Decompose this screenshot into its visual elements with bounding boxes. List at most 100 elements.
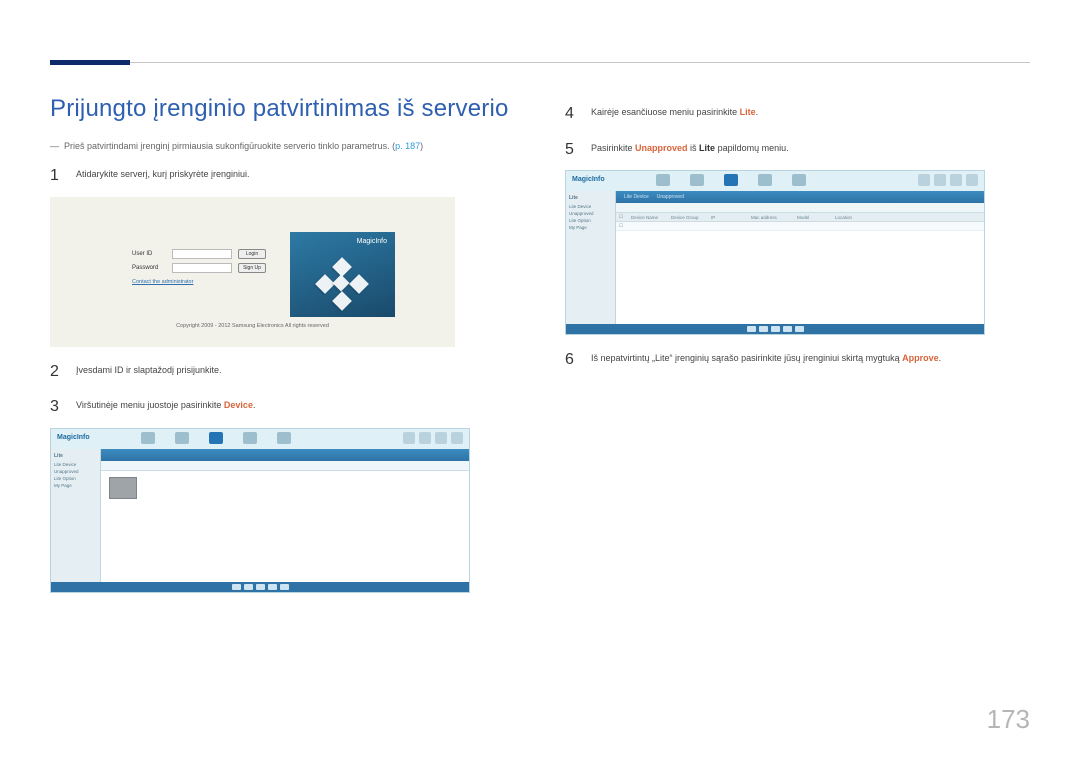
screenshot-login: User ID Login Password Sign Up Contact t… xyxy=(50,197,455,347)
sidebar-item-lite-device[interactable]: Lite Device xyxy=(569,204,612,209)
pager-prev-icon[interactable] xyxy=(244,584,253,590)
pager-page[interactable] xyxy=(771,326,780,332)
tool-icon[interactable] xyxy=(435,432,447,444)
note-dash-icon: ― xyxy=(50,141,64,151)
header-divider xyxy=(50,62,1030,63)
step-4-suffix: . xyxy=(756,107,759,117)
precondition-note: ― Prieš patvirtindami įrenginį pirmiausi… xyxy=(50,141,515,151)
pager-last-icon[interactable] xyxy=(280,584,289,590)
step-2-text: Įvesdami ID ir slaptažodį prisijunkite. xyxy=(76,359,222,385)
sidebar-item-lite-option[interactable]: Lite Option xyxy=(569,218,612,223)
device-thumbnail-item[interactable] xyxy=(109,477,137,499)
nav-schedule-icon[interactable] xyxy=(690,174,704,188)
app-body-unapproved: ☐ Device Name Device Group IP Mac addres… xyxy=(616,213,984,324)
signup-button-label: Sign Up xyxy=(243,265,261,271)
contact-admin-link[interactable]: Contact the administrator xyxy=(132,279,266,285)
nav-schedule-icon[interactable] xyxy=(175,432,189,446)
app-sidebar: Lite Lite Device Unapproved Lite Option … xyxy=(566,191,616,333)
nav-setting-icon[interactable] xyxy=(792,174,806,188)
pager-next-icon[interactable] xyxy=(783,326,792,332)
col-group: Device Group xyxy=(668,215,708,220)
input-password[interactable] xyxy=(172,263,232,273)
label-password: Password xyxy=(132,265,166,271)
left-column: Prijungto įrenginio patvirtinimas iš ser… xyxy=(50,95,515,605)
col-name: Device Name xyxy=(628,215,668,220)
step-number: 2 xyxy=(50,359,66,385)
sidebar-item-my-page[interactable]: My Page xyxy=(54,483,97,488)
screenshot-device-tab: MagicInfo Lite Lite Device Unapproved Li… xyxy=(50,428,470,593)
row-checkbox[interactable]: ☐ xyxy=(616,223,628,229)
nav-user-icon[interactable] xyxy=(758,174,772,188)
signup-button[interactable]: Sign Up xyxy=(238,263,266,273)
col-location: Location xyxy=(832,215,984,220)
pager-last-icon[interactable] xyxy=(795,326,804,332)
pager-prev-icon[interactable] xyxy=(759,326,768,332)
step-number: 5 xyxy=(565,137,581,163)
step-5-c: papildomų meniu. xyxy=(715,143,789,153)
nav-content-icon[interactable] xyxy=(656,174,670,188)
tool-icon[interactable] xyxy=(950,174,962,186)
sidebar-item-lite-option[interactable]: Lite Option xyxy=(54,476,97,481)
pager-first-icon[interactable] xyxy=(747,326,756,332)
nav-user-icon[interactable] xyxy=(243,432,257,446)
sidebar-item-unapproved[interactable]: Unapproved xyxy=(569,211,612,216)
tabbar-item-unapproved[interactable]: Unapproved xyxy=(657,194,684,200)
label-userid: User ID xyxy=(132,251,166,257)
table-row[interactable]: ☐ xyxy=(616,222,984,231)
table-header: ☐ Device Name Device Group IP Mac addres… xyxy=(616,213,984,222)
pager-next-icon[interactable] xyxy=(268,584,277,590)
tool-icon[interactable] xyxy=(934,174,946,186)
sidebar-item-my-page[interactable]: My Page xyxy=(569,225,612,230)
input-userid[interactable] xyxy=(172,249,232,259)
device-thumbnail-icon xyxy=(109,477,137,499)
step-4-text: Kairėje esančiuose meniu pasirinkite Lit… xyxy=(591,101,758,127)
tabbar-item[interactable]: Lite Device xyxy=(624,194,649,200)
step-number: 4 xyxy=(565,101,581,127)
page-content: Prijungto įrenginio patvirtinimas iš ser… xyxy=(50,95,1030,605)
step-3-suffix: . xyxy=(253,400,256,410)
pager-first-icon[interactable] xyxy=(232,584,241,590)
login-copyright: Copyright 2009 - 2012 Samsung Electronic… xyxy=(50,323,455,329)
pager-page[interactable] xyxy=(256,584,265,590)
step-number: 6 xyxy=(565,347,581,373)
step-2: 2 Įvesdami ID ir slaptažodį prisijunkite… xyxy=(50,359,515,385)
app-logo: MagicInfo xyxy=(572,176,605,183)
tool-icon[interactable] xyxy=(918,174,930,186)
app-footer xyxy=(51,582,469,592)
step-6-prefix: Iš nepatvirtintų „Lite“ įrenginių sąrašo… xyxy=(591,353,902,363)
col-checkbox[interactable]: ☐ xyxy=(616,214,628,220)
sidebar-item-unapproved[interactable]: Unapproved xyxy=(54,469,97,474)
app-tabbar: Lite Device Unapproved xyxy=(616,191,984,203)
login-button[interactable]: Login xyxy=(238,249,266,259)
sidebar-item-lite-device[interactable]: Lite Device xyxy=(54,462,97,467)
step-5-a: Pasirinkite xyxy=(591,143,635,153)
app-toolbar xyxy=(101,461,469,471)
nav-setting-icon[interactable] xyxy=(277,432,291,446)
header-accent xyxy=(50,60,130,65)
top-nav xyxy=(141,432,291,446)
step-3-text: Viršutinėje meniu juostoje pasirinkite D… xyxy=(76,394,255,420)
tool-icon[interactable] xyxy=(451,432,463,444)
tool-icon[interactable] xyxy=(419,432,431,444)
step-5: 5 Pasirinkite Unapproved iš Lite papildo… xyxy=(565,137,1030,163)
nav-device-icon[interactable] xyxy=(724,174,738,188)
highlight-lite-bold: Lite xyxy=(699,143,715,153)
step-4-prefix: Kairėje esančiuose meniu pasirinkite xyxy=(591,107,740,117)
login-row-userid: User ID Login xyxy=(132,249,266,259)
note-suffix: ) xyxy=(420,141,423,151)
step-5-b: iš xyxy=(688,143,700,153)
app-toolbar xyxy=(616,203,984,213)
nav-content-icon[interactable] xyxy=(141,432,155,446)
tool-icon[interactable] xyxy=(403,432,415,444)
step-3-prefix: Viršutinėje meniu juostoje pasirinkite xyxy=(76,400,224,410)
tool-icon[interactable] xyxy=(966,174,978,186)
step-6-text: Iš nepatvirtintų „Lite“ įrenginių sąrašo… xyxy=(591,347,941,373)
top-nav xyxy=(656,174,806,188)
page-title: Prijungto įrenginio patvirtinimas iš ser… xyxy=(50,95,515,123)
step-number: 1 xyxy=(50,163,66,189)
page-link-187[interactable]: p. 187 xyxy=(395,141,420,151)
highlight-device: Device xyxy=(224,400,253,410)
page-number: 173 xyxy=(987,704,1030,735)
login-button-label: Login xyxy=(246,251,258,257)
nav-device-icon[interactable] xyxy=(209,432,223,446)
